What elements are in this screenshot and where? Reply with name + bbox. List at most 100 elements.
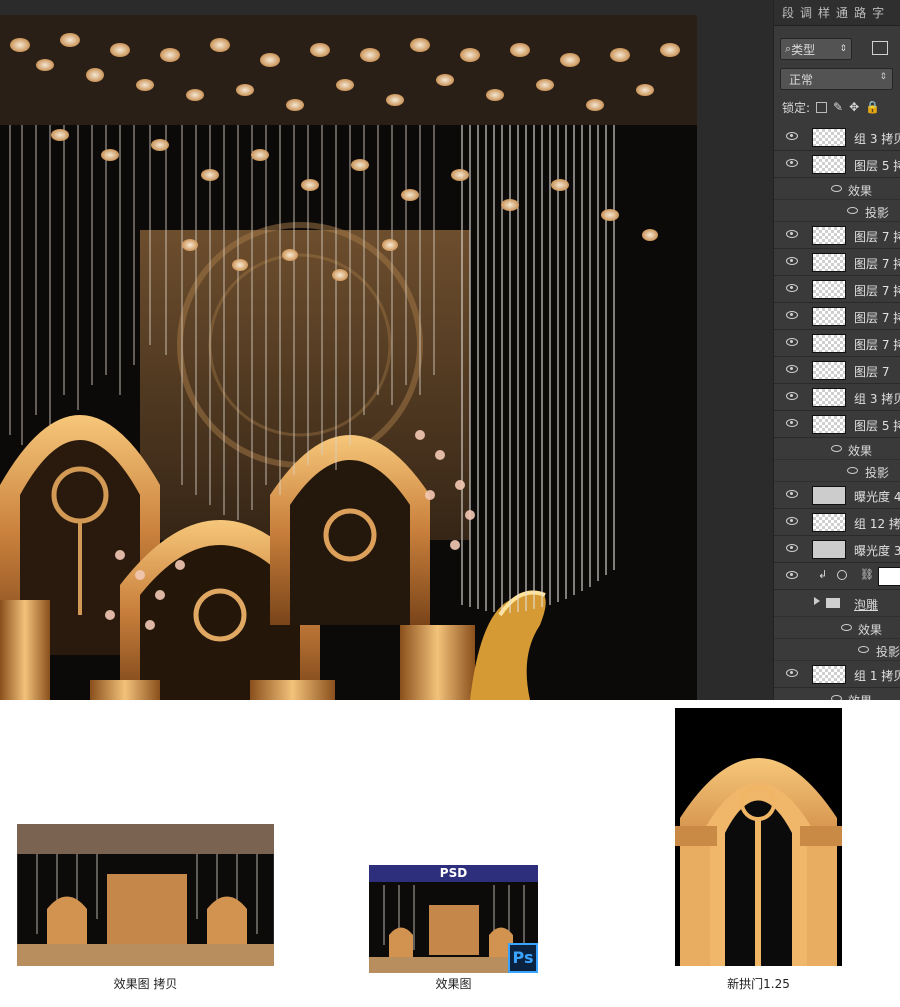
eye-icon[interactable] xyxy=(786,365,798,373)
expand-arrow-icon[interactable] xyxy=(814,597,820,605)
layer-effect-item[interactable]: 投影 xyxy=(774,639,900,661)
file-item[interactable]: 新拱门1.25 xyxy=(675,708,842,994)
layer-name: 组 1 拷贝 xyxy=(854,669,900,683)
group-row[interactable]: 泡雕 xyxy=(774,590,900,617)
layer-effects-row[interactable]: 效果 xyxy=(774,617,900,639)
filter-row: ⌕ 类型 ⇕ xyxy=(780,38,896,62)
panel-tab[interactable]: 通 xyxy=(836,4,848,25)
layer-mask-thumbnail xyxy=(878,567,900,586)
eye-icon[interactable] xyxy=(786,490,798,498)
file-item[interactable]: 效果图 拷贝 xyxy=(16,823,275,994)
eye-icon[interactable] xyxy=(831,695,842,700)
document-canvas[interactable] xyxy=(0,0,773,700)
brush-icon[interactable]: ✎ xyxy=(833,100,843,114)
layer-row[interactable]: 图层 5 拷 xyxy=(774,411,900,438)
layer-filter-dropdown[interactable]: ⌕ 类型 ⇕ xyxy=(780,38,852,60)
layer-effect-item[interactable]: 投影 xyxy=(774,460,900,482)
layer-effects-row[interactable]: 效果 xyxy=(774,438,900,460)
image-filter-icon[interactable] xyxy=(872,41,888,55)
layer-row[interactable]: 曝光度 4 xyxy=(774,482,900,509)
file-thumbnail xyxy=(16,823,275,967)
folder-icon xyxy=(826,598,840,608)
blend-mode-dropdown[interactable]: 正常 ⇕ xyxy=(780,68,893,90)
eye-icon[interactable] xyxy=(786,284,798,292)
eye-icon[interactable] xyxy=(858,646,869,653)
layer-name: 组 3 拷贝 xyxy=(854,392,900,406)
lock-icon[interactable]: 🔒 xyxy=(865,100,880,114)
eye-icon[interactable] xyxy=(786,132,798,140)
eye-icon[interactable] xyxy=(847,467,858,474)
file-thumbnail xyxy=(675,708,842,966)
eye-icon[interactable] xyxy=(786,392,798,400)
layer-thumbnail xyxy=(812,540,846,559)
photoshop-icon: Ps xyxy=(508,943,538,973)
layer-thumbnail xyxy=(812,388,846,407)
layer-effect-label: 投影 xyxy=(865,206,890,220)
psd-banner: PSD xyxy=(369,865,538,882)
layer-name: 组 3 拷贝 xyxy=(854,132,900,146)
move-icon[interactable]: ✥ xyxy=(849,100,859,114)
layer-row[interactable]: 组 1 拷贝 xyxy=(774,661,900,688)
layer-name: 图层 7 xyxy=(854,365,890,379)
eye-icon[interactable] xyxy=(841,624,852,631)
lock-transparent-icon[interactable] xyxy=(816,101,828,113)
layer-row[interactable]: 图层 7 拷 xyxy=(774,330,900,357)
layer-row[interactable]: 图层 5 拷 xyxy=(774,151,900,178)
layer-effect-item[interactable]: 投影 xyxy=(774,200,900,222)
panel-tab[interactable]: 路 xyxy=(854,4,866,25)
layer-thumbnail xyxy=(812,665,846,684)
layer-effects-label: 效果 xyxy=(848,444,873,458)
layer-row[interactable]: 组 12 拷 xyxy=(774,509,900,536)
layer-effects-label: 效果 xyxy=(848,692,872,700)
eye-icon[interactable] xyxy=(786,419,798,427)
layer-row[interactable]: 图层 7 xyxy=(774,357,900,384)
eye-icon[interactable] xyxy=(786,338,798,346)
layer-row[interactable]: 图层 7 拷 xyxy=(774,303,900,330)
layer-effects-row[interactable]: 效果 xyxy=(774,178,900,200)
layer-effects-row[interactable]: 效果 xyxy=(774,688,900,700)
eye-icon[interactable] xyxy=(786,311,798,319)
layer-name: 曝光度 3 xyxy=(854,544,900,558)
layer-thumbnail xyxy=(812,513,846,532)
eye-icon[interactable] xyxy=(786,517,798,525)
lock-label: 锁定: xyxy=(782,100,811,115)
panel-tab[interactable]: 段 xyxy=(782,4,794,25)
adjustment-layer-row[interactable]: ↲ ⛓ xyxy=(774,563,900,590)
adjustment-icon xyxy=(837,570,847,580)
artwork-image xyxy=(0,15,697,700)
group-name: 泡雕 xyxy=(854,598,879,612)
clip-arrow-icon: ↲ xyxy=(818,568,828,581)
eye-icon[interactable] xyxy=(786,159,798,167)
file-item[interactable]: PSD Ps 效果图 xyxy=(369,865,538,994)
eye-icon[interactable] xyxy=(786,544,798,552)
artwork-svg xyxy=(0,15,697,700)
layer-row[interactable]: 图层 7 拷 xyxy=(774,249,900,276)
layer-thumbnail xyxy=(812,415,846,434)
layer-name: 图层 7 拷 xyxy=(854,230,900,244)
layer-name: 图层 7 拷 xyxy=(854,284,900,298)
layer-row[interactable]: 图层 7 拷 xyxy=(774,276,900,303)
chevron-updown-icon: ⇕ xyxy=(879,72,887,82)
eye-icon[interactable] xyxy=(831,185,842,192)
layer-row[interactable]: 图层 7 拷 xyxy=(774,222,900,249)
eye-icon[interactable] xyxy=(831,445,842,452)
panel-tabs: 段 调 样 通 路 字 xyxy=(774,0,900,26)
eye-icon[interactable] xyxy=(847,207,858,214)
layer-thumbnail xyxy=(812,253,846,272)
layer-effect-label: 投影 xyxy=(876,645,900,659)
layer-row[interactable]: 组 3 拷贝 xyxy=(774,384,900,411)
panel-tab[interactable]: 调 xyxy=(800,4,812,25)
layer-thumbnail xyxy=(812,486,846,505)
layer-thumbnail xyxy=(812,226,846,245)
panel-tab[interactable]: 样 xyxy=(818,4,830,25)
eye-icon[interactable] xyxy=(786,571,798,579)
panel-tab[interactable]: 字 xyxy=(872,4,884,25)
chevron-updown-icon: ⇕ xyxy=(839,44,847,54)
eye-icon[interactable] xyxy=(786,257,798,265)
layer-row[interactable]: 曝光度 3 xyxy=(774,536,900,563)
layer-thumbnail xyxy=(812,334,846,353)
lock-row: 锁定: ✎ ✥ 🔒 xyxy=(782,97,880,117)
eye-icon[interactable] xyxy=(786,669,798,677)
layer-row[interactable]: 组 3 拷贝 xyxy=(774,124,900,151)
eye-icon[interactable] xyxy=(786,230,798,238)
